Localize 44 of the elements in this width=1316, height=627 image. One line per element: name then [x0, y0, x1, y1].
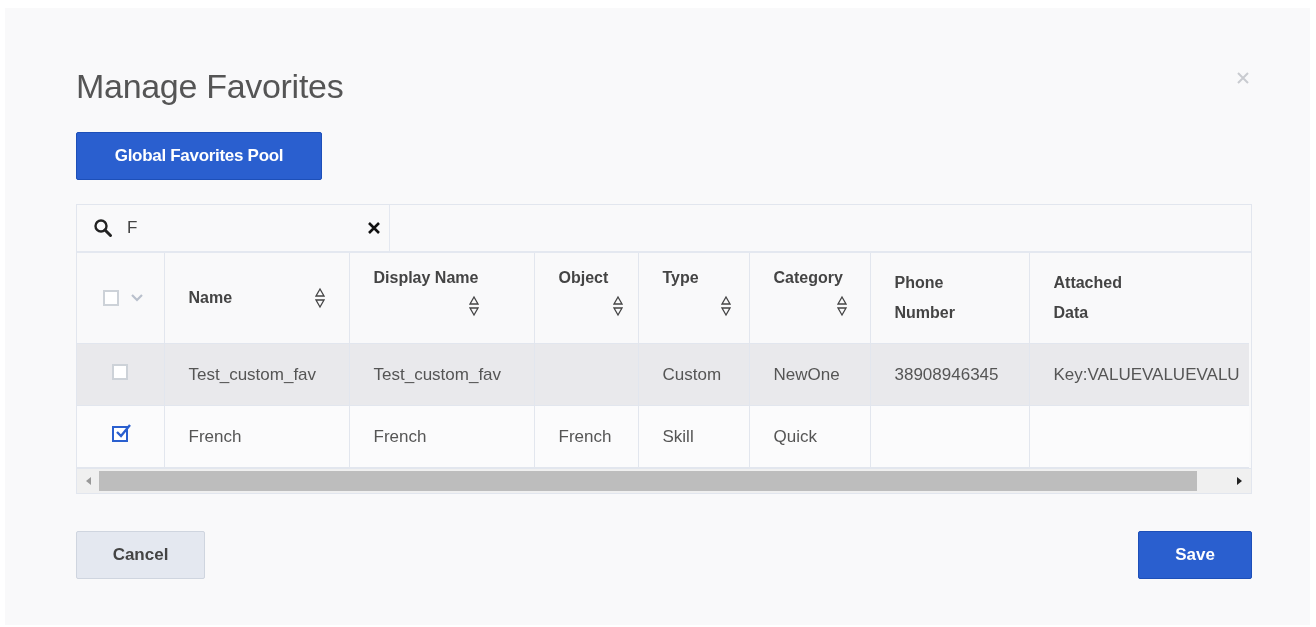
column-header[interactable]: Object: [534, 253, 638, 344]
row-checkbox[interactable]: [112, 426, 129, 442]
cancel-button[interactable]: Cancel: [76, 531, 205, 579]
column-label: Name: [188, 289, 233, 307]
column-header[interactable]: Name: [164, 253, 349, 344]
column-header[interactable]: Category: [749, 253, 870, 344]
table-cell: Skill: [662, 426, 694, 446]
clear-icon[interactable]: [367, 221, 381, 235]
search-field[interactable]: F: [125, 217, 367, 239]
column-header[interactable]: Display Name: [349, 253, 534, 344]
column-label: Attached Data: [1053, 273, 1123, 323]
scroll-left-icon[interactable]: [85, 476, 93, 486]
horizontal-scrollbar[interactable]: [77, 468, 1251, 493]
column-label: Type: [662, 269, 699, 287]
sort-icon: [720, 295, 731, 317]
close-icon[interactable]: [1237, 72, 1249, 84]
sort-icon: [314, 287, 325, 309]
column-label: Phone Number: [894, 273, 956, 323]
sort-icon: [468, 295, 479, 317]
table-cell: Test_custom_fav: [188, 364, 317, 384]
table-cell: French: [558, 426, 612, 446]
dialog-title: Manage Favorites: [76, 66, 344, 106]
table-row[interactable]: French French French Skill Quick: [77, 405, 1249, 468]
search-icon: [93, 218, 113, 238]
table-cell: Test_custom_fav: [373, 364, 502, 384]
table-cell: Quick: [773, 426, 817, 446]
column-label: Object: [558, 269, 609, 287]
table-cell: 38908946345: [894, 364, 999, 384]
table-cell: NewOne: [773, 364, 840, 384]
column-label: Category: [773, 269, 843, 287]
table-cell: French: [373, 426, 427, 446]
chevron-down-icon[interactable]: [131, 294, 144, 302]
table-cell: Key:VALUEVALUEVALU: [1053, 364, 1240, 384]
select-all-checkbox[interactable]: [103, 290, 120, 306]
table-cell: French: [188, 426, 242, 446]
global-favorites-pool-button[interactable]: Global Favorites Pool: [76, 132, 322, 180]
save-button[interactable]: Save: [1138, 531, 1252, 579]
table-cell: Custom: [662, 364, 722, 384]
scroll-right-icon[interactable]: [1235, 476, 1243, 486]
column-header[interactable]: Type: [638, 253, 749, 344]
table-row[interactable]: Test_custom_fav Test_custom_fav Custom NewOne 38908946345 Key:VALUEVALUEVALU: [77, 343, 1249, 406]
sort-icon: [836, 295, 847, 317]
column-label: Display Name: [373, 269, 479, 287]
sort-icon: [613, 295, 623, 317]
